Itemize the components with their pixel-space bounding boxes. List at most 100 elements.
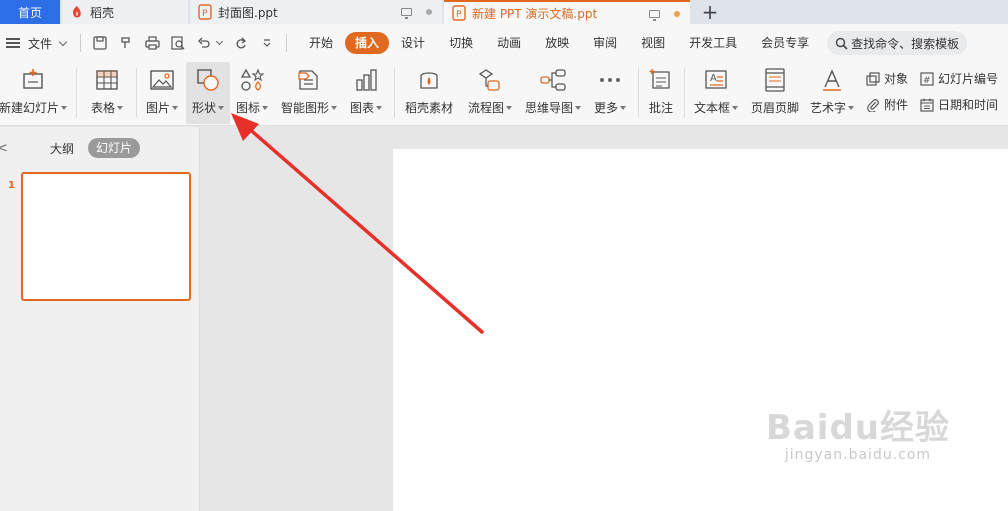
- window-icon[interactable]: [401, 8, 412, 19]
- comment-icon: [647, 66, 675, 94]
- calendar-icon: [920, 98, 934, 112]
- save-icon[interactable]: [92, 35, 108, 51]
- picture-icon: [148, 66, 176, 94]
- menu-insert[interactable]: 插入: [345, 32, 390, 54]
- tab-document-new[interactable]: P 新建 PPT 演示文稿.ppt: [444, 0, 690, 24]
- slide-number-label: 幻灯片编号: [938, 72, 999, 86]
- datetime-label: 日期和时间: [938, 98, 999, 112]
- icon-label: 图标: [235, 101, 260, 115]
- svg-text:P: P: [202, 9, 208, 19]
- shape-label: 形状: [191, 101, 216, 115]
- shape-icon: [194, 66, 222, 94]
- menu-review[interactable]: 审阅: [581, 32, 629, 54]
- slide-number-button[interactable]: # 幻灯片编号: [920, 70, 998, 87]
- object-label: 对象: [884, 72, 909, 86]
- tab-home-label: 首页: [17, 5, 42, 20]
- file-menu[interactable]: 文件: [28, 35, 52, 52]
- menu-view[interactable]: 视图: [629, 32, 677, 54]
- print-icon[interactable]: [144, 35, 160, 51]
- new-tab-button[interactable]: +: [690, 0, 730, 24]
- search-box[interactable]: 查找命令、搜索模板: [827, 31, 968, 55]
- new-slide-label: 新建幻灯片: [0, 101, 60, 115]
- menu-start[interactable]: 开始: [297, 32, 345, 54]
- mindmap-icon: [539, 66, 567, 94]
- datetime-button[interactable]: 日期和时间: [920, 96, 998, 113]
- tab-docer-label: 稻壳: [90, 5, 115, 20]
- slide-number-icon: #: [920, 71, 934, 86]
- table-label: 表格: [90, 101, 115, 115]
- menu-developer[interactable]: 开发工具: [677, 32, 749, 54]
- icon-library-icon: [238, 66, 266, 94]
- divider: [80, 34, 82, 52]
- ppt-file-icon: P: [452, 5, 466, 21]
- svg-text:P: P: [456, 10, 462, 20]
- comment-label: 批注: [648, 101, 673, 115]
- textbox-label: 文本框: [693, 101, 730, 115]
- chart-label: 图表: [349, 101, 374, 115]
- smartart-icon: [295, 66, 323, 94]
- more-button[interactable]: 更多: [590, 62, 630, 124]
- flowchart-button[interactable]: 流程图: [464, 62, 516, 124]
- slide-thumbnail[interactable]: [21, 172, 191, 301]
- watermark: Baidu经验 jingyan.baidu.com: [766, 400, 950, 463]
- unsaved-dot: [674, 11, 680, 17]
- docer-material-icon: [415, 66, 443, 94]
- tab-bar: 首页 稻壳 P 封面图.ppt P 新建 PPT 演示文稿.ppt +: [0, 0, 1008, 24]
- paperclip-icon: [866, 98, 880, 112]
- object-button[interactable]: 对象: [866, 70, 908, 87]
- watermark-logo: Baidu经验: [765, 408, 950, 448]
- icon-button[interactable]: 图标: [232, 62, 272, 124]
- more-label: 更多: [593, 101, 618, 115]
- hamburger-icon[interactable]: [6, 38, 20, 48]
- tab-home[interactable]: 首页: [0, 0, 60, 24]
- redo-icon[interactable]: [233, 35, 249, 51]
- docer-logo-icon: [70, 4, 84, 20]
- tab-docer[interactable]: 稻壳: [62, 0, 188, 24]
- mindmap-button[interactable]: 思维导图: [522, 62, 584, 124]
- attachment-button[interactable]: 附件: [866, 96, 908, 113]
- collapse-panel-button[interactable]: <: [0, 141, 8, 156]
- tab-outline[interactable]: 大纲: [50, 140, 74, 157]
- more-icon: [596, 66, 624, 94]
- format-painter-icon[interactable]: [118, 35, 134, 51]
- wordart-icon: [818, 66, 846, 94]
- status-dot: [426, 9, 432, 15]
- menu-transition[interactable]: 切换: [437, 32, 485, 54]
- print-preview-icon[interactable]: [170, 35, 186, 51]
- menu-slideshow[interactable]: 放映: [533, 32, 581, 54]
- wordart-button[interactable]: 艺术字: [806, 62, 858, 124]
- tab-document-cover[interactable]: P 封面图.ppt: [190, 0, 442, 24]
- picture-label: 图片: [145, 101, 170, 115]
- undo-icon[interactable]: [196, 35, 212, 51]
- shape-button[interactable]: 形状: [186, 62, 230, 124]
- new-slide-button[interactable]: 新建幻灯片: [0, 62, 68, 124]
- chevron-down-icon[interactable]: [58, 37, 68, 46]
- search-icon: [835, 37, 848, 50]
- search-placeholder: 查找命令、搜索模板: [851, 36, 960, 51]
- header-footer-label: 页眉页脚: [750, 101, 799, 115]
- comment-button[interactable]: 批注: [644, 62, 678, 124]
- picture-button[interactable]: 图片: [142, 62, 182, 124]
- flowchart-icon: [476, 66, 504, 94]
- header-footer-icon: [761, 66, 789, 94]
- textbox-button[interactable]: A 文本框: [690, 62, 742, 124]
- window-icon[interactable]: [649, 10, 660, 21]
- customize-toolbar-icon[interactable]: [259, 35, 275, 51]
- menu-bar: 文件 开始 插入 设计 切换 动画 放映 审阅 视图 开发工具 会员专享 查找命…: [0, 24, 1008, 62]
- smartart-button[interactable]: 智能图形: [278, 62, 340, 124]
- header-footer-button[interactable]: 页眉页脚: [748, 62, 802, 124]
- tab-slides[interactable]: 幻灯片: [88, 138, 141, 158]
- menu-member[interactable]: 会员专享: [749, 32, 821, 54]
- menu-design[interactable]: 设计: [389, 32, 437, 54]
- object-icon: [866, 71, 880, 86]
- table-button[interactable]: 表格: [86, 62, 128, 124]
- chevron-down-icon[interactable]: [215, 37, 224, 46]
- textbox-icon: A: [702, 66, 730, 94]
- tab-document-cover-label: 封面图.ppt: [218, 5, 278, 20]
- slide-number: 1: [8, 180, 15, 191]
- menu-animation[interactable]: 动画: [485, 32, 533, 54]
- chart-button[interactable]: 图表: [346, 62, 386, 124]
- docer-material-button[interactable]: 稻壳素材: [402, 62, 456, 124]
- svg-text:A: A: [710, 73, 717, 84]
- ppt-file-icon: P: [198, 4, 212, 20]
